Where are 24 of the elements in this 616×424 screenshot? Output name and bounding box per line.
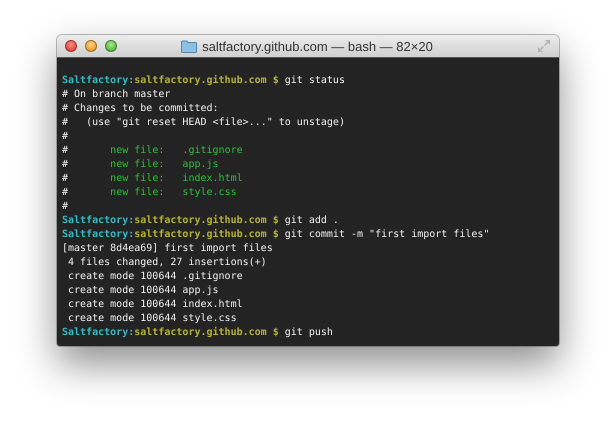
terminal-line: Saltfactory:saltfactory.github.com $ git add . [62,214,339,228]
terminal-line: Saltfactory:saltfactory.github.com $ git status [62,74,345,88]
zoom-button[interactable] [105,40,117,52]
terminal-line: Saltfactory:saltfactory.github.com $ git push [62,326,333,340]
terminal-line: # [62,200,68,214]
terminal-line: # [62,130,68,144]
terminal-line: # Changes to be committed: [62,102,219,116]
terminal-line: # new file: .gitignore [62,144,243,158]
terminal-line: Saltfactory:saltfactory.github.com $ git commit -m "first import files" [62,228,490,242]
folder-icon [181,40,198,52]
terminal-line: # new file: index.html [62,172,243,186]
terminal-line: # new file: style.css [62,186,237,200]
minimize-button[interactable] [85,40,97,52]
close-button[interactable] [65,40,77,52]
terminal-line: # (use "git reset HEAD <file>..." to unstage) [62,116,345,130]
terminal-line: # On branch master [62,88,170,102]
terminal-line: [master 8d4ea69] first import files [62,242,273,256]
terminal-line: 4 files changed, 27 insertions(+) [67,256,267,270]
terminal-line: create mode 100644 index.html [67,298,243,312]
terminal-line: create mode 100644 style.css [67,312,237,326]
terminal-line: create mode 100644 app.js [67,284,219,298]
window-title: saltfactory.github.com — bash — 82×20 [202,38,433,54]
terminal-line: create mode 100644 .gitignore [67,270,243,284]
terminal-line: # new file: app.js [62,158,219,172]
